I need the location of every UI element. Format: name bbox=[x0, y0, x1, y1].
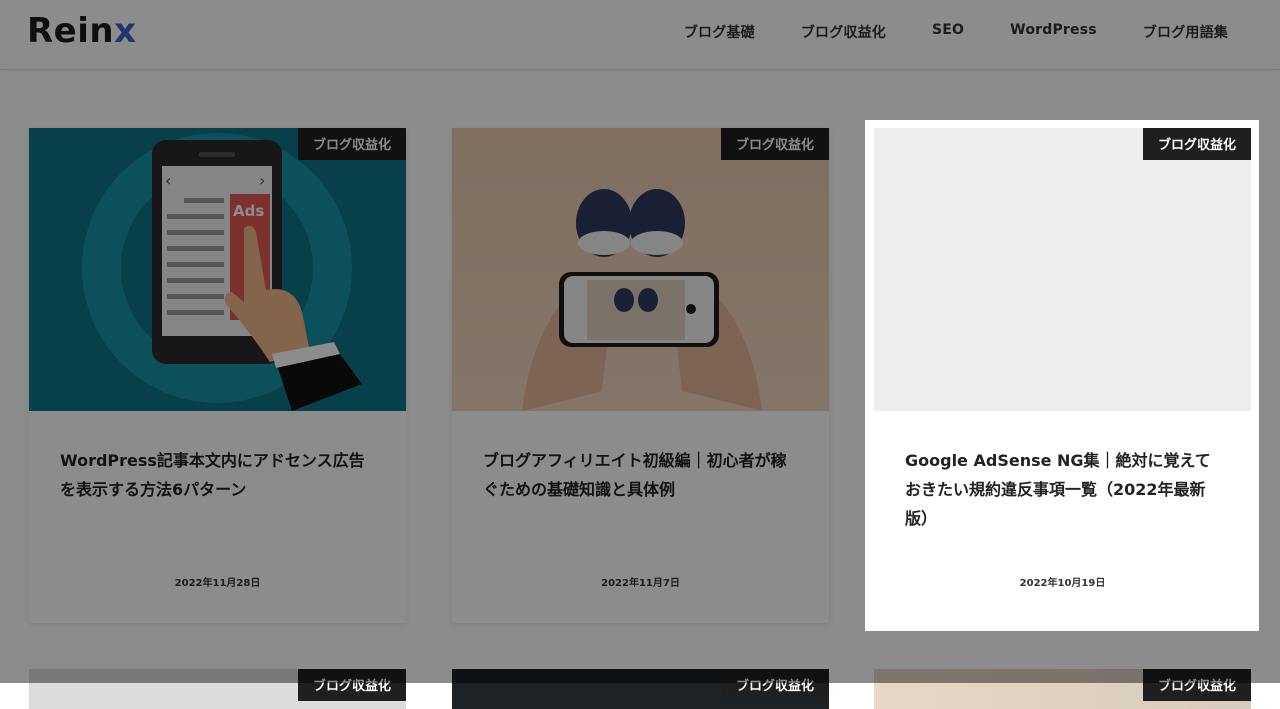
category-badge[interactable]: ブログ収益化 bbox=[1142, 128, 1251, 160]
article-card-focused[interactable]: ブログ収益化 Google AdSense NG集｜絶対に覚えておきたい規約違反… bbox=[874, 128, 1251, 623]
article-thumbnail-placeholder bbox=[874, 128, 1251, 411]
article-date: 2022年10月19日 bbox=[1019, 578, 1106, 589]
article-title[interactable]: Google AdSense NG集｜絶対に覚えておきたい規約違反事項一覧（20… bbox=[905, 446, 1223, 533]
highlighted-article-card[interactable]: ブログ収益化 Google AdSense NG集｜絶対に覚えておきたい規約違反… bbox=[866, 121, 1258, 630]
